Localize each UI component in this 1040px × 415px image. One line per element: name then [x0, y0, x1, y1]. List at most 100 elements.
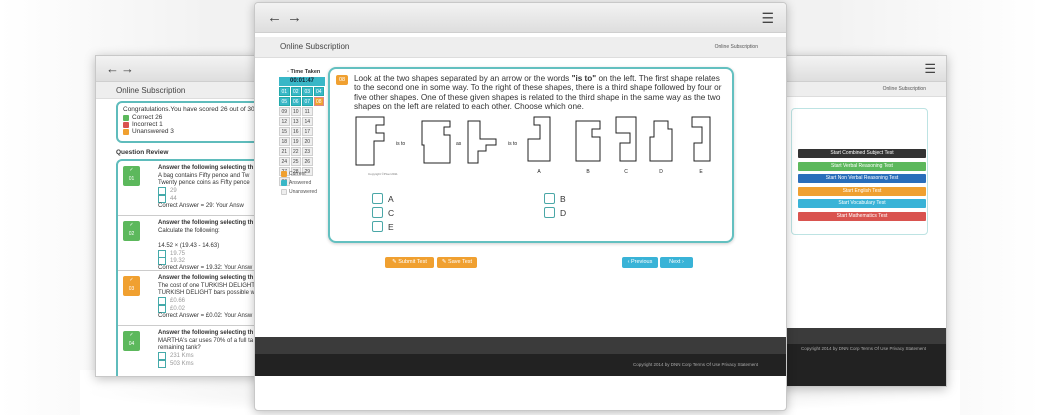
previous-button[interactable]: ‹ Previous — [622, 257, 658, 268]
start-test-button[interactable]: Start Non Verbal Reasoning Test — [798, 174, 926, 183]
main-window: ← → ☰ Online Subscription Online Subscri… — [254, 2, 787, 411]
option-b[interactable]: B — [544, 193, 566, 204]
is-to-label-2: is to — [508, 141, 517, 147]
question-badge: ✓ 04 — [123, 331, 140, 351]
question-badge: ✓ 02 — [123, 221, 140, 241]
right-footer: Copyright 2014 by DNN Corp Terms Of Use … — [781, 344, 946, 386]
question-grid-cell[interactable]: 12 — [279, 117, 290, 126]
label-e: E — [699, 169, 703, 175]
question-grid-cell[interactable]: 14 — [302, 117, 313, 126]
question-grid-cell[interactable]: 05 — [279, 97, 290, 106]
question-grid-cell[interactable]: 06 — [290, 97, 301, 106]
question-grid-cell[interactable]: 10 — [290, 107, 301, 116]
start-test-button[interactable]: Start Combined Subject Test — [798, 149, 926, 158]
congrats-text: Congratulations.You have scored 26 out o… — [123, 106, 257, 113]
back-arrow-icon[interactable]: ← — [267, 9, 282, 26]
question-grid-cell[interactable]: 17 — [302, 127, 313, 136]
start-test-button[interactable]: Start English Test — [798, 186, 926, 196]
question-grid-cell[interactable]: 03 — [302, 87, 313, 96]
right-window: ☰ Online Subscription Start Combined Sub… — [780, 55, 947, 387]
unanswered-swatch — [281, 188, 287, 195]
checkbox-icon[interactable] — [372, 207, 383, 218]
option-d[interactable]: D — [544, 207, 566, 218]
question-number-badge: 08 — [336, 75, 348, 85]
question-grid-cell[interactable]: 13 — [290, 117, 301, 126]
question-grid-cell[interactable]: 02 — [290, 87, 301, 96]
checkbox-icon — [158, 194, 166, 203]
start-test-button[interactable]: Start Mathematics Test — [798, 211, 926, 221]
question-grid-cell[interactable]: 04 — [313, 87, 324, 96]
shape-option-c — [615, 116, 637, 162]
question-grid-cell[interactable]: 24 — [279, 157, 290, 166]
shape-figure: is to as is to A B C D E Copyright ©Pixe… — [355, 116, 711, 176]
back-arrow-icon[interactable]: ← — [106, 61, 119, 76]
shape-option-e — [691, 116, 711, 162]
right-subbar: Online Subscription — [781, 82, 946, 97]
label-c: C — [624, 169, 628, 175]
main-footer: Copyright 2014 by DNN Corp Terms Of Use … — [255, 354, 786, 376]
question-badge: ✓ 03 — [123, 276, 140, 296]
shape-option-d — [649, 120, 673, 162]
question-grid-cell[interactable]: 11 — [302, 107, 313, 116]
checkbox-icon[interactable] — [372, 221, 383, 232]
checkbox-icon — [158, 304, 166, 313]
incorrect-count: Incorrect 1 — [132, 121, 163, 128]
question-grid-cell[interactable]: 21 — [279, 147, 290, 156]
grid-legend: Current Answered Unanswered — [281, 169, 317, 196]
question-grid-cell[interactable]: 18 — [279, 137, 290, 146]
correct-count: Correct 26 — [132, 114, 163, 121]
checkbox-icon[interactable] — [544, 193, 555, 204]
timer-display: 00:01:47 — [279, 77, 325, 86]
question-grid-cell[interactable]: 23 — [302, 147, 313, 156]
main-page-title-right: Online Subscription — [714, 44, 758, 50]
option-a[interactable]: A — [372, 193, 394, 204]
option-c[interactable]: C — [372, 207, 394, 218]
main-footer-band — [255, 337, 786, 354]
score-summary: Congratulations.You have scored 26 out o… — [116, 101, 276, 143]
checkbox-icon[interactable] — [372, 193, 383, 204]
question-grid-cell[interactable]: 26 — [302, 157, 313, 166]
main-subbar: Online Subscription Online Subscription — [255, 37, 786, 58]
shape-3 — [467, 120, 497, 164]
question-grid-cell[interactable]: 19 — [290, 137, 301, 146]
submit-test-button[interactable]: ✎ Submit Test — [385, 257, 434, 268]
as-label: as — [456, 141, 462, 147]
hamburger-menu-icon[interactable]: ☰ — [924, 61, 936, 77]
question-badge: ✓ 01 — [123, 166, 140, 186]
start-test-button[interactable]: Start Vocabulary Test — [798, 199, 926, 208]
shape-option-b — [575, 120, 601, 162]
question-grid-cell[interactable]: 20 — [302, 137, 313, 146]
forward-arrow-icon[interactable]: → — [287, 9, 302, 26]
left-page-title: Online Subscription — [116, 86, 186, 95]
label-b: B — [586, 169, 590, 175]
figure-copyright: Copyright ©Pixel 2011 — [368, 172, 398, 176]
checkbox-icon[interactable] — [544, 207, 555, 218]
incorrect-icon — [123, 121, 129, 128]
right-footer-text: Copyright 2014 by DNN Corp Terms Of Use … — [801, 346, 926, 351]
forward-arrow-icon[interactable]: → — [121, 61, 134, 76]
question-grid-cell[interactable]: 15 — [279, 127, 290, 136]
question-grid-cell[interactable]: 09 — [279, 107, 290, 116]
label-d: D — [659, 169, 663, 175]
question-grid-cell[interactable]: 22 — [290, 147, 301, 156]
shape-option-a — [527, 116, 551, 162]
left-titlebar: ← → — [96, 56, 276, 82]
legend-answered: Answered — [289, 179, 312, 186]
question-grid-cell[interactable]: 25 — [290, 157, 301, 166]
right-page-title: Online Subscription — [882, 86, 926, 92]
option-e[interactable]: E — [372, 221, 394, 232]
question-grid-cell[interactable]: 16 — [290, 127, 301, 136]
hamburger-menu-icon[interactable]: ☰ — [761, 10, 774, 27]
right-titlebar: ☰ — [781, 56, 946, 82]
question-grid-cell[interactable]: 07 — [302, 97, 313, 106]
shape-1 — [355, 116, 385, 166]
question-grid-cell[interactable]: 01 — [279, 87, 290, 96]
question-panel: 08 Look at the two shapes separated by a… — [328, 67, 734, 243]
main-page-title: Online Subscription — [280, 42, 350, 51]
save-test-button[interactable]: ✎ Save Test — [437, 257, 477, 268]
start-test-button[interactable]: Start Verbal Reasoning Test — [798, 161, 926, 171]
next-button[interactable]: Next › — [660, 257, 693, 268]
question-review-list: ✓ 01 Answer the following selecting th A ba… — [116, 159, 276, 376]
question-grid-cell[interactable]: 08 — [313, 97, 324, 106]
unanswered-icon — [123, 128, 129, 135]
